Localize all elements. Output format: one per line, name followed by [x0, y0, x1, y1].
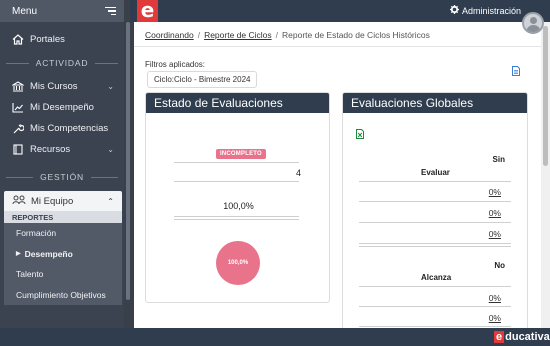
avatar[interactable] — [522, 12, 544, 34]
filters-label: Filtros aplicados: — [145, 60, 206, 69]
divider — [359, 222, 511, 223]
chart-line-icon — [12, 102, 24, 114]
percent-link[interactable]: 0% — [489, 187, 501, 197]
chevron-down-icon: ⌄ — [107, 145, 114, 154]
sidebar-item-mis-competencias[interactable]: Mis Competencias — [0, 118, 124, 139]
submenu-item-cumplimiento-objetivos[interactable]: Cumplimiento Objetivos — [4, 285, 122, 306]
divider — [174, 181, 299, 182]
status-badge: INCOMPLETO — [216, 149, 266, 159]
section-actividad: ACTIVIDAD — [0, 56, 124, 70]
divider — [359, 243, 511, 244]
page-scrollbar[interactable] — [541, 22, 550, 328]
percent-link[interactable]: 0% — [489, 313, 501, 323]
divider — [359, 286, 511, 287]
divider — [174, 162, 299, 163]
admin-label: Administración — [462, 5, 522, 16]
reportes-header: REPORTES — [4, 211, 122, 223]
excel-icon[interactable] — [356, 126, 364, 144]
pie-chart: 100,0% — [216, 241, 260, 285]
footer-brand-logo: e ducativa — [494, 331, 550, 343]
admin-menu[interactable]: Administración — [450, 5, 521, 16]
sidebar-item-label: Mis Cursos — [30, 81, 78, 92]
sidebar-item-portales[interactable]: Portales — [0, 29, 124, 50]
breadcrumb-current: Reporte de Estado de Ciclos Históricos — [282, 30, 430, 40]
breadcrumb-link-coordinando[interactable]: Coordinando — [145, 30, 194, 40]
users-icon — [12, 195, 26, 208]
divider — [359, 306, 511, 307]
divider — [134, 46, 541, 47]
divider — [174, 219, 299, 220]
evaluaciones-globales-card: Evaluaciones Globales Sin Evaluar 0% 0% … — [342, 92, 528, 328]
sidebar-item-label: Recursos — [30, 144, 71, 155]
filter-chip: Ciclo:Ciclo - Bimestre 2024 — [147, 71, 258, 88]
section-gestion: GESTIÓN — [0, 170, 124, 184]
main-content: Coordinando / Reporte de Ciclos / Reporte de… — [134, 22, 541, 328]
divider — [359, 201, 511, 202]
submenu-item-formacion[interactable]: Formación — [4, 223, 122, 244]
sidebar-item-recursos[interactable]: Recursos ⌄ — [0, 139, 124, 160]
percent-link[interactable]: 0% — [489, 208, 501, 218]
app-logo[interactable]: e — [137, 0, 158, 22]
sidebar-item-label: Mis Competencias — [30, 123, 109, 134]
column-header-no: No — [494, 261, 505, 270]
percent-link[interactable]: 0% — [489, 229, 501, 239]
card-title: Estado de Evaluaciones — [146, 93, 329, 113]
menu-toggle-icon[interactable] — [105, 6, 116, 16]
estado-evaluaciones-card: Estado de Evaluaciones INCOMPLETO 4 100,… — [145, 92, 330, 303]
brand-text: ducativa — [505, 331, 550, 343]
chevron-up-icon: ⌃ — [107, 196, 114, 206]
chevron-down-icon: ⌄ — [107, 82, 114, 91]
breadcrumb-link-reporte-ciclos[interactable]: Reporte de Ciclos — [204, 30, 272, 40]
sidebar-item-mi-equipo[interactable]: Mi Equipo ⌃ — [4, 191, 122, 211]
sidebar: Menu Portales ACTIVIDAD Mis Cursos ⌄ Mi … — [0, 0, 124, 328]
gear-icon — [450, 5, 459, 16]
column-header-sin: Sin — [492, 155, 505, 164]
bank-icon — [12, 81, 24, 93]
sidebar-item-label: Portales — [30, 34, 65, 45]
column-header-evaluar: Evaluar — [421, 168, 450, 177]
divider — [359, 181, 511, 182]
home-icon — [12, 34, 24, 46]
evaluation-percent: 100,0% — [223, 201, 254, 211]
menu-label: Menu — [12, 5, 38, 17]
breadcrumb: Coordinando / Reporte de Ciclos / Reporte de… — [145, 30, 430, 40]
submenu-item-talento[interactable]: Talento — [4, 264, 122, 285]
column-header-alcanza: Alcanza — [421, 273, 452, 282]
wrench-icon — [12, 123, 24, 135]
sidebar-scrollbar[interactable] — [126, 22, 130, 300]
divider — [174, 216, 299, 217]
sidebar-item-label: Mi Desempeño — [30, 102, 94, 113]
scrollbar-thumb[interactable] — [543, 26, 548, 166]
submenu-item-desempeno[interactable]: ▶ Desempeño — [4, 244, 122, 265]
pie-label: 100,0% — [227, 260, 249, 266]
caret-right-icon: ▶ — [16, 251, 21, 258]
book-icon — [12, 144, 24, 156]
document-icon[interactable] — [512, 63, 520, 81]
divider — [359, 246, 511, 247]
evaluation-count: 4 — [295, 168, 301, 178]
card-title: Evaluaciones Globales — [343, 93, 527, 113]
sidebar-item-mis-cursos[interactable]: Mis Cursos ⌄ — [0, 76, 124, 97]
brand-mark: e — [494, 331, 505, 343]
footer — [0, 328, 550, 346]
sidebar-item-mi-desempeno[interactable]: Mi Desempeño — [0, 97, 124, 118]
menu-header[interactable]: Menu — [0, 0, 124, 22]
sidebar-item-label: Mi Equipo — [31, 195, 74, 207]
reportes-submenu: REPORTES Formación ▶ Desempeño Talento Cu… — [4, 211, 122, 305]
divider — [359, 326, 511, 327]
percent-link[interactable]: 0% — [489, 293, 501, 303]
